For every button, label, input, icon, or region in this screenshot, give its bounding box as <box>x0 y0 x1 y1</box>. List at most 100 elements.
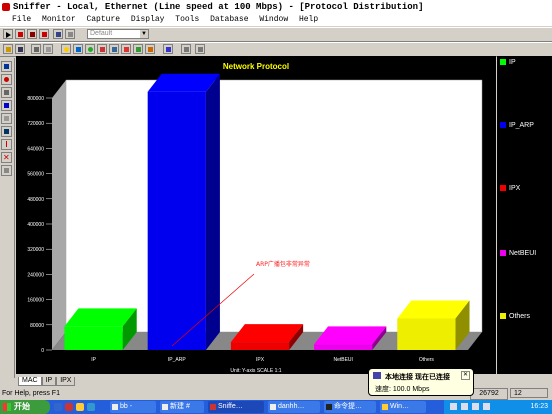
close-icon: ✕ <box>3 153 10 162</box>
window-icon <box>270 404 276 410</box>
tray-network-icon[interactable] <box>450 403 457 410</box>
status-field-1: 26792 <box>470 388 508 400</box>
bar-front-IP_ARP <box>147 91 206 350</box>
y-tick-label: 240000 <box>27 272 44 278</box>
ping-button[interactable] <box>195 44 205 54</box>
bar-front-IPX <box>230 342 290 350</box>
matrix-button[interactable] <box>85 44 95 54</box>
dashboard-button[interactable] <box>61 44 71 54</box>
menu-monitor[interactable]: Monitor <box>42 14 76 26</box>
status-help-text: For Help, press F1 <box>2 390 60 397</box>
left-toolbar: ✕ <box>0 58 15 378</box>
printer-icon <box>34 47 39 52</box>
detail-icon <box>4 103 9 108</box>
legend-swatch <box>500 185 506 192</box>
application-response-button[interactable] <box>97 44 107 54</box>
tray-app-icon[interactable] <box>472 403 479 410</box>
stop-capture-button[interactable] <box>27 29 37 39</box>
annotation-label: ARP广播包非常异常 <box>256 260 310 268</box>
y-tick-label: 800000 <box>27 96 44 102</box>
tab-ipx[interactable]: IPX <box>56 377 76 386</box>
quicklaunch-desktop-icon[interactable] <box>87 403 95 411</box>
legend-label: Others <box>509 313 531 320</box>
capture-panel-icon <box>68 32 73 37</box>
print-button[interactable] <box>31 44 41 54</box>
menu-tools[interactable]: Tools <box>175 14 199 26</box>
open-button[interactable] <box>3 44 13 54</box>
quicklaunch-folder-icon[interactable] <box>76 403 84 411</box>
tab-ip[interactable]: IP <box>41 377 57 386</box>
alarm-log-button[interactable] <box>145 44 155 54</box>
chevron-down-icon[interactable]: ▼ <box>140 30 148 38</box>
chart-title: Network Protocol <box>223 62 289 71</box>
system-tray: 16:23 <box>444 400 552 414</box>
balloon-body: 速度: 100.0 Mbps <box>375 386 430 393</box>
taskbar-item-sniffer[interactable]: Sniffe… <box>208 401 264 413</box>
stop-display-button[interactable] <box>39 29 49 39</box>
address-book-button[interactable] <box>163 44 173 54</box>
reset-icon <box>4 168 9 173</box>
print-preview-button[interactable] <box>43 44 53 54</box>
menu-window[interactable]: Window <box>259 14 288 26</box>
menu-file[interactable]: File <box>12 14 31 26</box>
menu-capture[interactable]: Capture <box>86 14 120 26</box>
task-label: Win… <box>390 403 410 410</box>
taskbar-item-cmd[interactable]: 命令提… <box>324 401 376 413</box>
bar-front-NetBEUI <box>314 344 373 350</box>
quicklaunch-ie-icon[interactable] <box>54 403 62 411</box>
taskbar-item-bb[interactable]: bb - <box>110 401 156 413</box>
y-tick-label: 640000 <box>27 146 44 152</box>
network-connected-balloon[interactable]: 本地连接 现在已连接 速度: 100.0 Mbps ✕ <box>368 368 474 396</box>
y-tick-label: 480000 <box>27 197 44 203</box>
y-tick-label: 80000 <box>30 323 44 329</box>
save-button[interactable] <box>15 44 25 54</box>
filter-profile-combo[interactable]: Default ▼ <box>87 29 149 39</box>
global-statistics-button[interactable] <box>133 44 143 54</box>
taskbar-item-win[interactable]: Win… <box>380 401 426 413</box>
history-view-button[interactable] <box>1 126 12 137</box>
close-icon[interactable]: ✕ <box>461 371 470 380</box>
play-icon <box>6 32 11 38</box>
pause-capture-button[interactable] <box>15 29 25 39</box>
start-capture-button[interactable] <box>3 29 13 39</box>
quicklaunch-app-icon[interactable] <box>65 403 73 411</box>
start-button[interactable]: 开始 <box>0 400 50 414</box>
bar-side-IP_ARP <box>205 73 220 350</box>
task-label: danhh… <box>278 403 305 410</box>
sniffer-icon <box>210 404 216 410</box>
detail-view-button[interactable] <box>1 100 12 111</box>
sniffer-app-icon[interactable] <box>2 2 10 11</box>
task-label: 命令提… <box>334 403 362 410</box>
x-tick-label: IP <box>91 357 96 363</box>
data-view-button[interactable] <box>1 113 12 124</box>
tray-clock: 16:23 <box>530 403 548 410</box>
display-button[interactable] <box>53 29 63 39</box>
tray-volume-icon[interactable] <box>461 403 468 410</box>
taskbar-item-new[interactable]: 新建 # <box>160 401 204 413</box>
taskbar-item-danhh[interactable]: danhh… <box>268 401 320 413</box>
capture-panel-button[interactable] <box>65 29 75 39</box>
menu-database[interactable]: Database <box>210 14 248 26</box>
pie-chart-view-button[interactable] <box>1 74 12 85</box>
y-tick-label: 160000 <box>27 298 44 304</box>
matrix-icon <box>88 47 93 52</box>
close-view-button[interactable]: ✕ <box>1 152 12 163</box>
table-view-button[interactable] <box>1 87 12 98</box>
reset-button[interactable] <box>1 165 12 176</box>
tab-mac[interactable]: MAC <box>18 377 42 386</box>
tray-ime-icon[interactable] <box>483 403 490 410</box>
alert-button[interactable] <box>1 139 12 150</box>
bar-chart-view-button[interactable] <box>1 61 12 72</box>
menu-display[interactable]: Display <box>131 14 165 26</box>
protocol-distribution-button[interactable] <box>121 44 131 54</box>
menu-help[interactable]: Help <box>299 14 318 26</box>
packet-generator-button[interactable] <box>181 44 191 54</box>
network-icon <box>373 372 381 379</box>
response-icon <box>100 47 105 52</box>
history-samples-button[interactable] <box>109 44 119 54</box>
window-icon <box>112 404 118 410</box>
windows-taskbar: 开始 bb - 新建 # Sniffe… danhh… 命令提… Win… 16… <box>0 400 552 414</box>
display-icon <box>56 32 61 37</box>
host-table-button[interactable] <box>73 44 83 54</box>
packet-generator-icon <box>184 47 189 52</box>
